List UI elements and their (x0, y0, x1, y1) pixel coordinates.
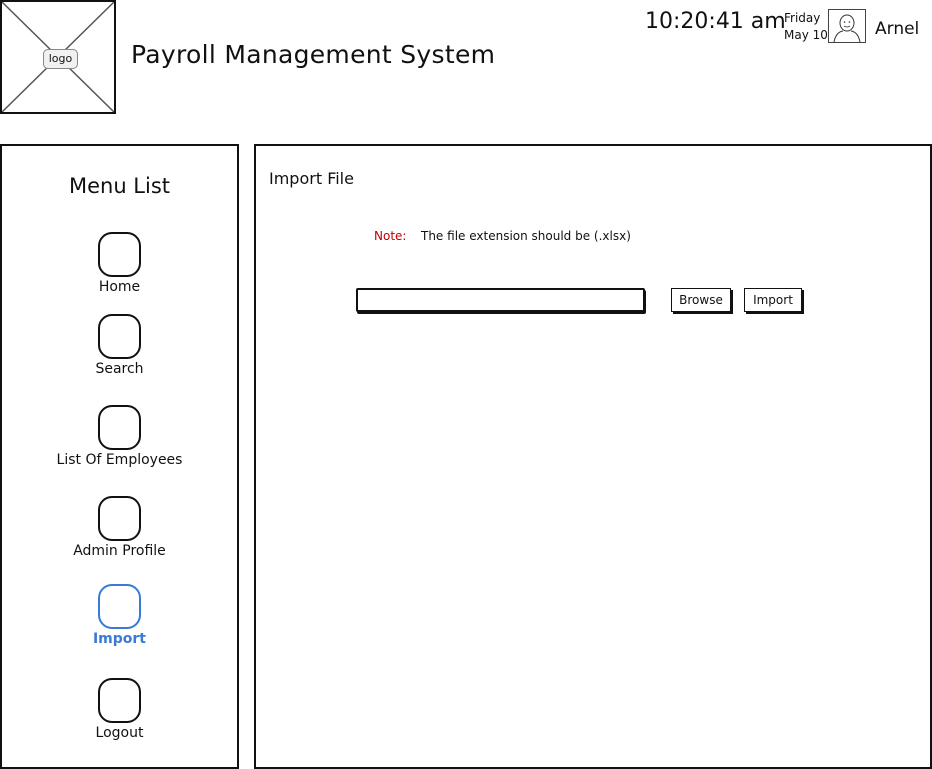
employees-icon (98, 405, 141, 450)
sidebar-item-home[interactable]: Home (2, 232, 237, 295)
avatar[interactable] (828, 9, 866, 43)
logout-icon (98, 678, 141, 723)
admin-profile-icon (98, 496, 141, 541)
sidebar-item-label: List Of Employees (56, 452, 183, 468)
sidebar-item-label: Search (95, 361, 144, 377)
main-content: Import File Note: The file extension sho… (254, 144, 932, 769)
sidebar-item-import[interactable]: Import (2, 584, 237, 647)
sidebar-item-logout[interactable]: Logout (2, 678, 237, 741)
note-label: Note: (374, 229, 407, 243)
note-text: The file extension should be (.xlsx) (421, 229, 631, 243)
sidebar-item-label: Admin Profile (73, 543, 166, 559)
sidebar-item-admin-profile[interactable]: Admin Profile (2, 496, 237, 559)
browse-button[interactable]: Browse (671, 288, 731, 312)
app-title: Payroll Management System (131, 40, 496, 69)
weekday: Friday (784, 11, 821, 25)
sidebar-item-label: Home (98, 279, 141, 295)
date: May 10 (784, 28, 828, 42)
search-icon (98, 314, 141, 359)
page-title: Import File (269, 169, 354, 188)
user-name[interactable]: Arnel (875, 19, 919, 39)
user-avatar-icon (833, 14, 861, 42)
logo: logo (0, 0, 116, 114)
file-path-input[interactable] (356, 288, 645, 312)
logo-label: logo (43, 49, 78, 69)
sidebar: Menu List Home Search List Of Employees … (0, 144, 239, 769)
sidebar-item-list-of-employees[interactable]: List Of Employees (2, 405, 237, 468)
date-display: Friday May 10 (784, 10, 828, 44)
sidebar-item-label: Logout (95, 725, 144, 741)
import-icon (98, 584, 141, 629)
menu-title: Menu List (68, 174, 171, 198)
sidebar-item-search[interactable]: Search (2, 314, 237, 377)
sidebar-item-label: Import (92, 631, 147, 647)
clock-time: 10:20:41 am (645, 9, 786, 34)
import-button[interactable]: Import (744, 288, 802, 312)
home-icon (98, 232, 141, 277)
